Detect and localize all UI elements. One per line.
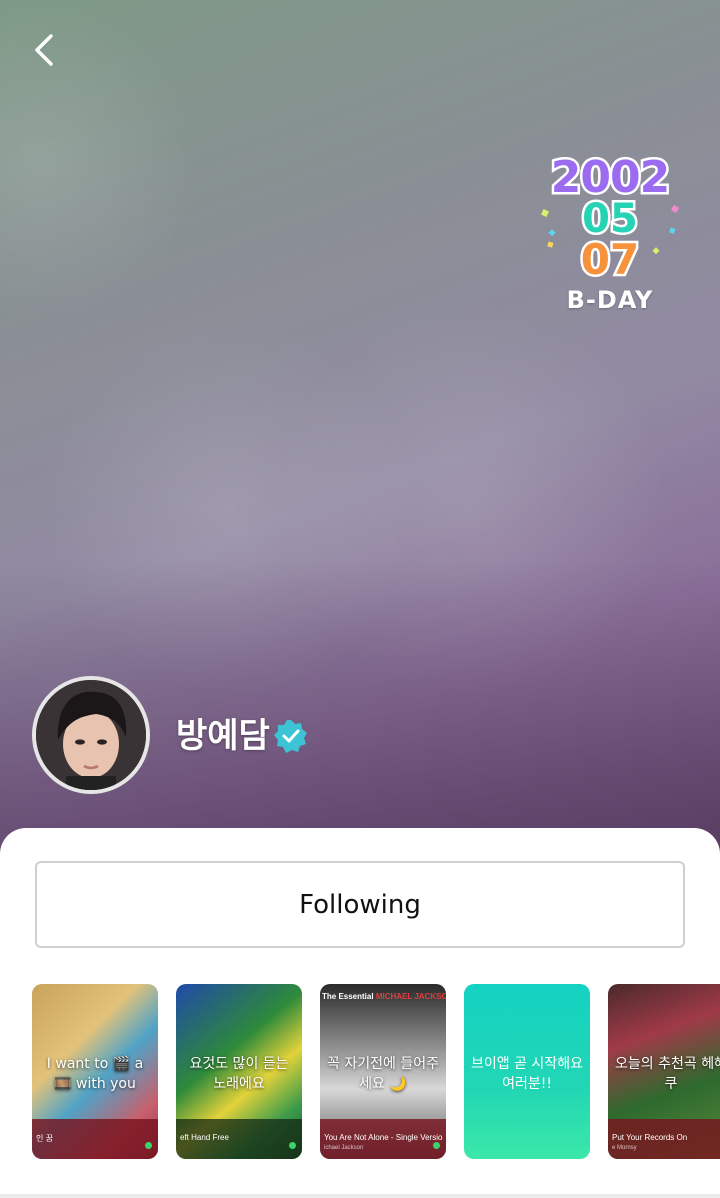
track-title: eft Hand Free <box>180 1133 229 1142</box>
story-card[interactable]: 요것도 많이 듣는 노래에요 eft Hand Free <box>176 984 302 1159</box>
birthday-sticker: 2002 05 07 B-DAY <box>530 148 690 323</box>
bottom-divider <box>0 1194 720 1198</box>
back-button[interactable] <box>24 28 64 72</box>
story-card[interactable]: I want to 🎬 a 🎞️ with you 인 꿈 <box>32 984 158 1159</box>
album-label: The Essential <box>322 992 374 1001</box>
track-title: Put Your Records On <box>612 1133 688 1142</box>
sticker-label: B-DAY <box>566 286 654 314</box>
following-button[interactable]: Following <box>35 861 685 948</box>
avatar-portrait <box>36 680 146 790</box>
story-card-caption: I want to 🎬 a 🎞️ with you <box>46 1056 144 1092</box>
confetti <box>670 204 680 214</box>
story-card[interactable]: 오늘의 추천곡 헤헤쿠 Put Your Records On e Mornsy <box>608 984 720 1159</box>
birthday-date-art: 2002 05 07 <box>541 150 680 287</box>
story-card[interactable]: The Essential MICHAEL JACKSON 꼭 자기전에 들어주… <box>320 984 446 1159</box>
confetti <box>548 229 556 237</box>
story-card-caption: 꼭 자기전에 들어주세요 🌙 <box>327 1056 439 1092</box>
story-card-row[interactable]: I want to 🎬 a 🎞️ with you 인 꿈 요것도 많이 듣는 … <box>32 984 720 1159</box>
track-artist: e Mornsy <box>612 1145 637 1151</box>
verified-badge-icon <box>274 719 308 753</box>
story-card-caption: 브이앱 곧 시작해요 여러분!! <box>471 1056 583 1092</box>
story-card-track: 인 꿈 <box>32 1119 158 1159</box>
confetti <box>652 247 660 255</box>
story-card-track: You Are Not Alone - Single Versio ichael… <box>320 1119 446 1159</box>
album-jacket-title: The Essential MICHAEL JACKSON <box>322 992 446 1001</box>
confetti <box>541 209 549 217</box>
like-icon <box>289 1142 296 1149</box>
profile-name: 방예담 <box>176 716 270 756</box>
story-card[interactable]: 브이앱 곧 시작해요 여러분!! <box>464 984 590 1159</box>
story-card-track: Put Your Records On e Mornsy <box>608 1119 720 1159</box>
sticker-day: 07 <box>581 235 639 283</box>
profile-avatar[interactable] <box>32 676 150 794</box>
back-chevron-icon <box>35 34 53 66</box>
track-title: 인 꿈 <box>36 1134 53 1143</box>
album-artist: MICHAEL JACKSON <box>375 992 446 1001</box>
story-card-caption: 요것도 많이 듣는 노래에요 <box>189 1056 289 1092</box>
story-card-track: eft Hand Free <box>176 1119 302 1159</box>
like-icon <box>433 1142 440 1149</box>
confetti <box>669 227 676 234</box>
like-icon <box>145 1142 152 1149</box>
track-artist: ichael Jackson <box>324 1145 364 1151</box>
story-card-caption: 오늘의 추천곡 헤헤쿠 <box>615 1056 720 1092</box>
track-title: You Are Not Alone - Single Versio <box>324 1133 443 1142</box>
confetti <box>547 241 554 248</box>
